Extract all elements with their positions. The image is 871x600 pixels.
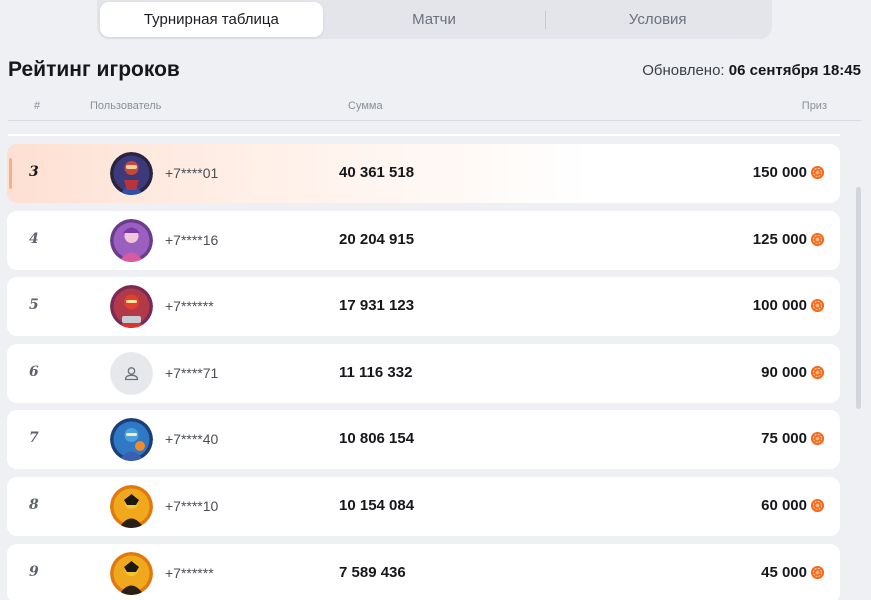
rank-number: 8 <box>29 497 39 513</box>
rank-number: 3 <box>29 164 39 180</box>
table-row[interactable]: 4 +7****16 20 204 915 125 000 <box>7 211 840 270</box>
sum-value: 10 154 084 <box>339 497 415 514</box>
rank-number: 9 <box>29 564 39 580</box>
coin-icon <box>810 298 825 313</box>
table-row[interactable]: 3 +7****01 40 361 518 150 000 <box>7 144 840 203</box>
avatar <box>110 219 153 262</box>
user-phone: +7****01 <box>165 165 219 181</box>
tab-bar: Турнирная таблица Матчи Условия <box>97 0 772 39</box>
prize: 100 000 <box>753 297 825 314</box>
user-phone: +7****10 <box>165 498 219 514</box>
prize-value: 150 000 <box>752 164 807 181</box>
coin-icon <box>810 431 825 446</box>
updated-label: Обновлено: <box>642 62 725 79</box>
prize: 45 000 <box>761 564 825 581</box>
avatar <box>110 285 153 328</box>
updated-timestamp: Обновлено: 06 сентября 18:45 <box>642 62 861 79</box>
sum-value: 17 931 123 <box>339 297 415 314</box>
table-row[interactable]: 6 +7****71 11 116 332 90 000 <box>7 344 840 403</box>
rank-number: 7 <box>29 430 39 446</box>
prize: 150 000 <box>753 164 825 181</box>
coin-icon <box>810 165 825 180</box>
user-phone: +7****40 <box>165 431 219 447</box>
avatar <box>110 552 153 595</box>
avatar <box>110 485 153 528</box>
page-title: Рейтинг игроков <box>8 58 180 81</box>
column-header-num: # <box>34 100 41 112</box>
tab-matches[interactable]: Матчи <box>323 2 546 37</box>
prize-value: 75 000 <box>761 430 807 447</box>
updated-value: 06 сентября 18:45 <box>728 62 861 79</box>
sum-value: 7 589 436 <box>339 564 406 581</box>
table-row[interactable]: 7 +7****40 10 806 154 75 000 <box>7 410 840 469</box>
rank-number: 5 <box>29 297 39 313</box>
scrollbar[interactable] <box>856 187 861 409</box>
user-icon <box>110 352 153 395</box>
prize: 75 000 <box>761 430 825 447</box>
user-phone: +7****16 <box>165 232 219 248</box>
prize: 125 000 <box>753 231 825 248</box>
avatar <box>110 352 153 395</box>
prize-value: 60 000 <box>761 497 807 514</box>
sum-value: 40 361 518 <box>339 164 415 181</box>
coin-icon <box>810 232 825 247</box>
avatar <box>110 418 153 461</box>
sum-value: 10 806 154 <box>339 430 415 447</box>
table-row[interactable]: 9 +7****** 7 589 436 45 000 <box>7 544 840 600</box>
row-divider <box>8 134 840 136</box>
coin-icon <box>810 365 825 380</box>
tab-conditions[interactable]: Условия <box>546 2 769 37</box>
user-phone: +7****** <box>165 298 214 314</box>
column-header-prize: Приз <box>801 100 827 112</box>
sum-value: 11 116 332 <box>339 364 413 381</box>
table-row[interactable]: 5 +7****** 17 931 123 100 000 <box>7 277 840 336</box>
user-phone: +7****71 <box>165 365 219 381</box>
rank-number: 6 <box>29 364 39 380</box>
prize: 60 000 <box>761 497 825 514</box>
user-phone: +7****** <box>165 565 214 581</box>
prize-value: 125 000 <box>752 231 807 248</box>
rank-number: 4 <box>29 231 39 247</box>
prize-value: 90 000 <box>761 364 807 381</box>
prize-value: 100 000 <box>752 297 807 314</box>
column-header-user: Пользователь <box>90 100 162 112</box>
sum-value: 20 204 915 <box>339 231 415 248</box>
column-header-sum: Сумма <box>348 100 383 112</box>
tab-leaderboard[interactable]: Турнирная таблица <box>100 2 323 37</box>
table-row[interactable]: 8 +7****10 10 154 084 60 000 <box>7 477 840 536</box>
prize: 90 000 <box>761 364 825 381</box>
table-header: # Пользователь Сумма Приз <box>8 97 861 121</box>
leaderboard-list[interactable]: 3 +7****01 40 361 518 150 000 4 +7****16… <box>0 122 871 600</box>
avatar <box>110 152 153 195</box>
coin-icon <box>810 498 825 513</box>
prize-value: 45 000 <box>761 564 807 581</box>
coin-icon <box>810 565 825 580</box>
